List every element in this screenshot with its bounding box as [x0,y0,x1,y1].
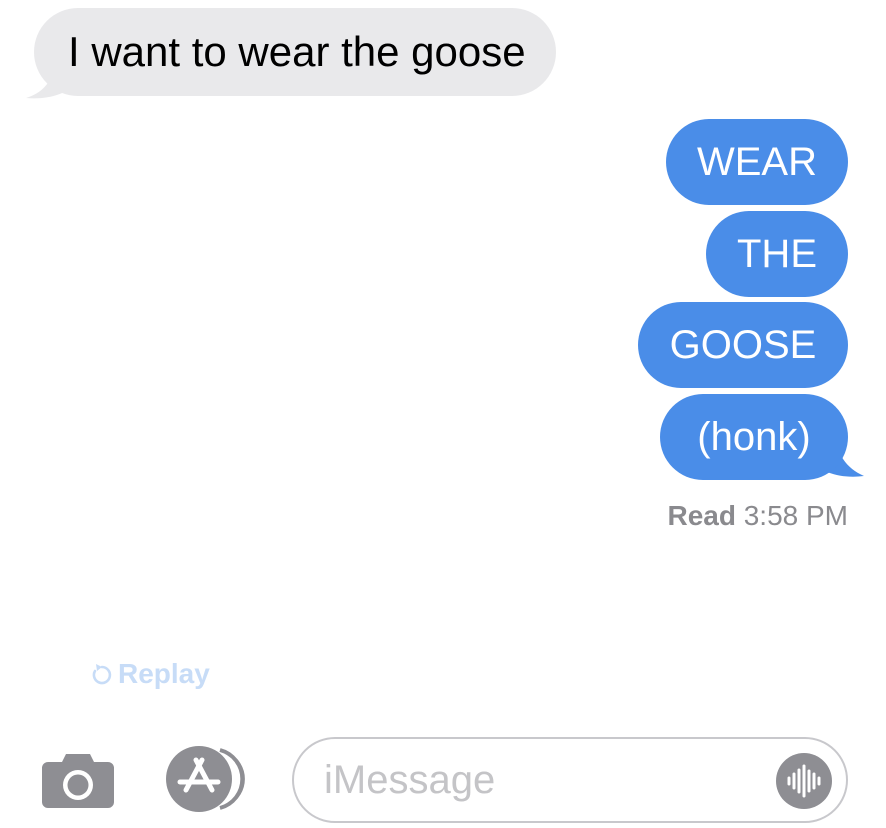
incoming-message[interactable]: I want to wear the goose [26,8,556,99]
message-input[interactable]: iMessage [292,737,848,823]
replay-icon [92,664,112,685]
outgoing-message[interactable]: GOOSE [638,302,848,388]
camera-icon [42,754,114,808]
outgoing-message[interactable]: (honk) [660,394,848,480]
outgoing-message-text: (honk) [697,414,811,459]
incoming-bubble: I want to wear the goose [34,8,556,96]
replay-button[interactable]: Replay [90,658,210,690]
camera-button[interactable] [42,752,114,808]
outgoing-message-text: GOOSE [669,322,817,367]
outgoing-message-text: THE [737,231,817,276]
replay-label: Replay [118,658,210,689]
read-receipt-time: 3:58 PM [743,500,848,531]
waveform-icon [776,753,832,809]
read-receipt: Read 3:58 PM [667,500,848,532]
outgoing-message[interactable]: THE [706,211,848,297]
message-input-placeholder: iMessage [324,757,496,802]
outgoing-message[interactable]: WEAR [666,119,848,205]
outgoing-message-text: WEAR [697,139,817,184]
incoming-message-text: I want to wear the goose [68,28,526,75]
read-receipt-label: Read [667,500,736,531]
app-store-icon [166,746,245,812]
audio-message-button[interactable] [776,753,832,809]
apps-button[interactable] [164,744,256,814]
messages-screen: I want to wear the goose WEAR THE GOOSE … [0,0,886,828]
